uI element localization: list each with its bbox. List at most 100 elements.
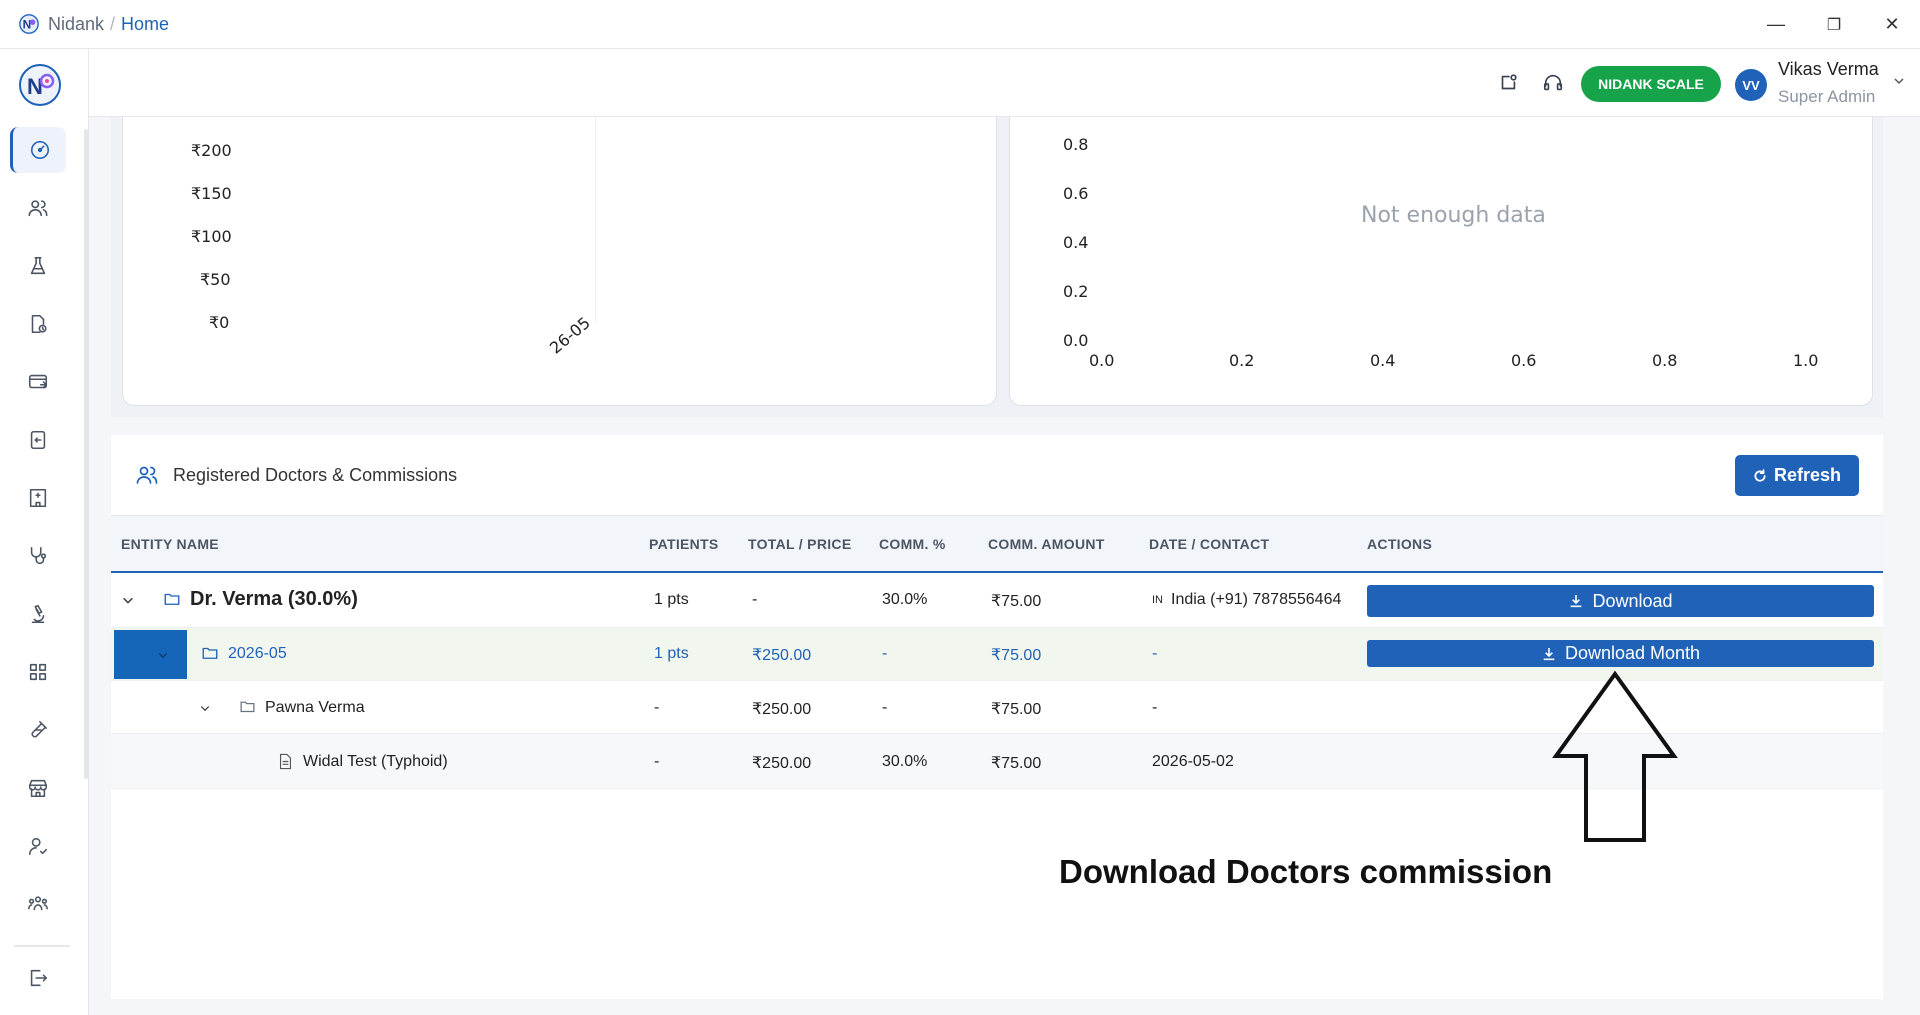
x-tick: 1.0 [1793, 351, 1819, 370]
title-bar: N Nidank / Home — ❐ ✕ [0, 0, 1920, 49]
month-name[interactable]: 2026-05 [228, 645, 287, 663]
month-date: - [1152, 645, 1158, 662]
report-icon [31, 314, 47, 334]
revenue-chart-card: ₹200 ₹150 ₹100 ₹50 ₹0 26-05 [122, 117, 997, 406]
user-name[interactable]: Vikas Verma [1778, 59, 1879, 80]
nav-apps[interactable] [10, 649, 66, 695]
annotation-caption: Download Doctors commission [1059, 853, 1553, 890]
refresh-button[interactable]: Refresh [1735, 455, 1859, 496]
download-month-button[interactable]: Download Month [1367, 640, 1874, 667]
nav-lab[interactable] [10, 591, 66, 637]
x-tick: 0.0 [1089, 351, 1115, 370]
breadcrumb-app[interactable]: Nidank [48, 14, 104, 34]
nav-logout[interactable] [10, 955, 66, 1001]
billing-icon [28, 374, 48, 389]
restore-button[interactable]: ❐ [1806, 0, 1862, 49]
user-check-icon [28, 837, 48, 856]
nav-staff[interactable] [10, 823, 66, 869]
x-tick: 0.8 [1652, 351, 1678, 370]
doctor-contact: India (+91) 7878556464 [1171, 591, 1342, 608]
logout-icon [30, 969, 48, 987]
panel-title: Registered Doctors & Commissions [173, 465, 458, 485]
minimize-button[interactable]: — [1748, 0, 1804, 49]
nav-tests[interactable] [10, 243, 66, 289]
month-total: ₹250.00 [752, 647, 812, 664]
col-total-price[interactable]: TOTAL / PRICE [748, 536, 851, 552]
test-tube-icon [31, 720, 48, 738]
col-patients[interactable]: PATIENTS [649, 536, 719, 552]
share-icon [1501, 74, 1517, 90]
document-icon [279, 753, 292, 770]
col-actions[interactable]: ACTIONS [1367, 536, 1432, 552]
sidebar-scrollbar[interactable] [84, 129, 88, 779]
microscope-icon [31, 604, 45, 624]
breadcrumb-current: Home [121, 13, 170, 34]
folder-icon [202, 647, 218, 659]
month-comm-pct: - [882, 645, 888, 662]
nav-returns[interactable] [10, 417, 66, 463]
doctor-patients: 1 pts [654, 591, 689, 608]
table-header: ENTITY NAME PATIENTS TOTAL / PRICE COMM.… [111, 515, 1883, 573]
doctor-comm-pct: 30.0% [882, 591, 928, 608]
y-tick: 0.6 [1063, 184, 1089, 203]
secondary-chart-card: 0.8 0.6 0.4 0.2 0.0 0.0 0.2 0.4 0.6 0.8 … [1009, 117, 1873, 406]
patient-comm-amount: ₹75.00 [991, 701, 1042, 718]
doctor-comm-amount: ₹75.00 [991, 593, 1042, 610]
nav-team[interactable] [10, 881, 66, 927]
download-icon [1543, 647, 1555, 660]
col-comm-pct[interactable]: COMM. % [879, 536, 946, 552]
doctor-total: - [752, 591, 758, 608]
y-tick: ₹50 [200, 270, 231, 289]
sidebar: N [0, 49, 89, 1015]
apps-grid-icon [29, 663, 47, 681]
user-role: Super Admin [1778, 87, 1876, 106]
nav-users[interactable] [10, 185, 66, 231]
col-comm-amount[interactable]: COMM. AMOUNT [988, 536, 1105, 552]
test-name: Widal Test (Typhoid) [303, 753, 448, 770]
y-tick: ₹0 [209, 313, 230, 332]
users-icon [28, 200, 48, 217]
flask-icon [30, 256, 46, 275]
nav-doctors[interactable] [10, 533, 66, 579]
brand-logo-icon[interactable]: N [18, 63, 62, 107]
chevron-down-icon[interactable] [1891, 73, 1907, 89]
nav-samples[interactable] [10, 707, 66, 753]
no-data-message: Not enough data [1361, 203, 1546, 228]
nav-store[interactable] [10, 765, 66, 811]
top-header: NIDANK SCALE VV Vikas Verma Super Admin [89, 49, 1920, 117]
col-date-contact[interactable]: DATE / CONTACT [1149, 536, 1269, 552]
chevron-down-icon[interactable] [199, 702, 211, 714]
month-comm-amount: ₹75.00 [991, 647, 1042, 664]
nidank-scale-button[interactable]: NIDANK SCALE [1581, 66, 1721, 102]
y-tick: 0.0 [1063, 331, 1089, 350]
y-tick: ₹200 [191, 141, 232, 160]
hospital-icon [29, 488, 47, 508]
chevron-down-icon[interactable] [121, 593, 135, 607]
patient-total: ₹250.00 [752, 701, 812, 718]
share-button[interactable] [1494, 69, 1522, 97]
nav-billing[interactable] [10, 359, 66, 405]
download-label: Download [1592, 590, 1673, 611]
download-button[interactable]: Download [1367, 585, 1874, 617]
folder-icon [164, 593, 180, 605]
close-button[interactable]: ✕ [1864, 0, 1920, 49]
support-button[interactable] [1539, 69, 1567, 97]
nav-dashboard[interactable] [10, 127, 66, 173]
svg-text:N: N [23, 18, 32, 32]
x-tick: 0.4 [1370, 351, 1396, 370]
avatar[interactable]: VV [1735, 69, 1767, 101]
breadcrumb: Nidank / Home [48, 14, 169, 35]
test-total: ₹250.00 [752, 755, 812, 772]
svg-text:N: N [27, 74, 43, 99]
x-gridline [595, 117, 596, 322]
col-entity-name[interactable]: ENTITY NAME [121, 536, 219, 552]
patient-name: Pawna Verma [265, 699, 365, 716]
y-tick: 0.8 [1063, 135, 1089, 154]
expand-toggle[interactable] [114, 630, 187, 679]
download-icon [1571, 595, 1582, 608]
x-tick: 26-05 [546, 313, 594, 358]
nav-reports[interactable] [10, 301, 66, 347]
nav-hospital[interactable] [10, 475, 66, 521]
store-icon [28, 779, 48, 798]
table-row-doctor[interactable]: Dr. Verma (30.0%) 1 pts - 30.0% ₹75.00 I… [111, 573, 1883, 628]
